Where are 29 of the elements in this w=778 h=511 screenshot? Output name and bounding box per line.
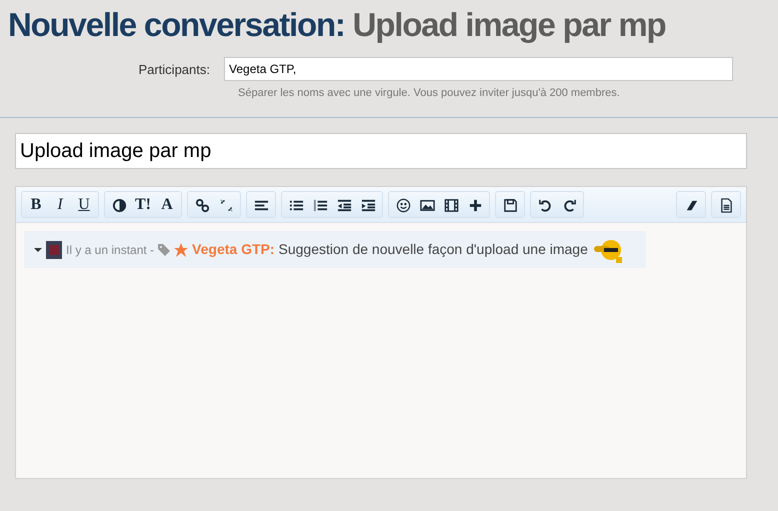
redo-icon [562, 198, 576, 213]
page-title: Nouvelle conversation: [8, 6, 345, 43]
participants-field[interactable]: Vegeta GTP, [224, 56, 733, 81]
document-icon [718, 198, 734, 213]
quote-time: Il y a un instant - [66, 242, 154, 259]
undo-icon [538, 198, 552, 213]
italic-button[interactable]: I [48, 192, 72, 218]
participants-label: Participants: [137, 60, 211, 79]
caret-icon[interactable] [34, 248, 42, 252]
outdent-icon [336, 198, 352, 213]
font-size-button[interactable]: T! [131, 192, 155, 218]
indent-icon [360, 198, 376, 213]
film-icon [444, 198, 458, 213]
contrast-icon [112, 198, 126, 213]
numbered-list-icon [312, 198, 328, 213]
tag-icon [158, 243, 170, 256]
avatar-icon [46, 240, 62, 259]
bold-button[interactable]: B [24, 192, 48, 218]
quote-text: Suggestion de nouvelle façon d'upload une image [278, 240, 588, 260]
star-icon [174, 242, 188, 257]
subject-field[interactable]: Upload image par mp [15, 133, 747, 170]
plus-icon [468, 198, 482, 213]
participants-hint: Séparer les noms avec une virgule. Vous pouvez inviter jusqu'à 200 membres. [238, 86, 621, 101]
font-button[interactable]: A [155, 192, 179, 218]
unlink-icon [218, 198, 234, 213]
image-icon [420, 198, 434, 213]
conversation-subject: Upload image par mp [352, 6, 666, 43]
link-icon [194, 198, 210, 213]
underline-button[interactable]: U [72, 192, 96, 218]
